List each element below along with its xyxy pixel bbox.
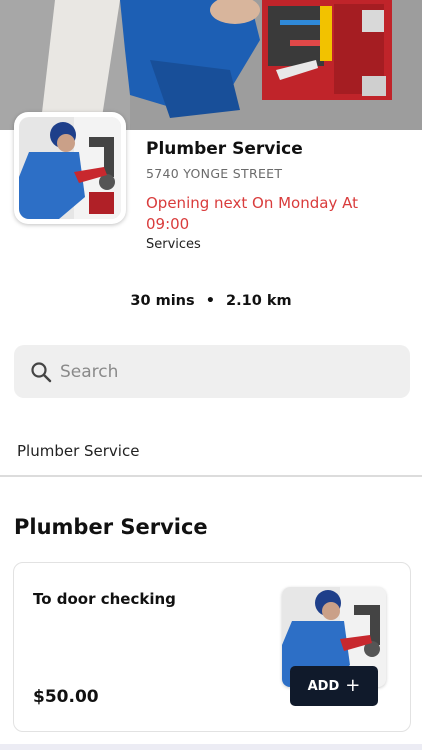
- hero-banner-image: [0, 0, 422, 130]
- store-category: Services: [146, 237, 201, 252]
- store-address: 5740 YONGE STREET: [146, 166, 283, 181]
- tab-plumber-service[interactable]: Plumber Service: [17, 442, 139, 460]
- add-button[interactable]: ADD +: [290, 666, 378, 706]
- product-name: To door checking: [33, 590, 176, 608]
- delivery-time: 30 mins: [130, 293, 195, 309]
- store-name: Plumber Service: [146, 139, 303, 159]
- add-label: ADD: [307, 678, 340, 694]
- product-card[interactable]: To door checking $50.00 ADD +: [13, 562, 411, 732]
- store-opening-status: Opening next On Monday At 09:00: [146, 194, 358, 233]
- separator-dot: •: [205, 293, 215, 309]
- search-icon: [31, 362, 52, 383]
- section-title: Plumber Service: [14, 515, 208, 539]
- divider: [0, 475, 422, 477]
- bottom-strip: [0, 744, 422, 750]
- distance: 2.10 km: [226, 293, 292, 309]
- store-logo-image: [14, 112, 126, 224]
- search-input[interactable]: [58, 358, 392, 386]
- product-price: $50.00: [33, 687, 99, 707]
- search-bar[interactable]: [14, 345, 410, 398]
- delivery-meta: 30 mins • 2.10 km: [0, 293, 422, 309]
- plus-icon: +: [345, 675, 361, 696]
